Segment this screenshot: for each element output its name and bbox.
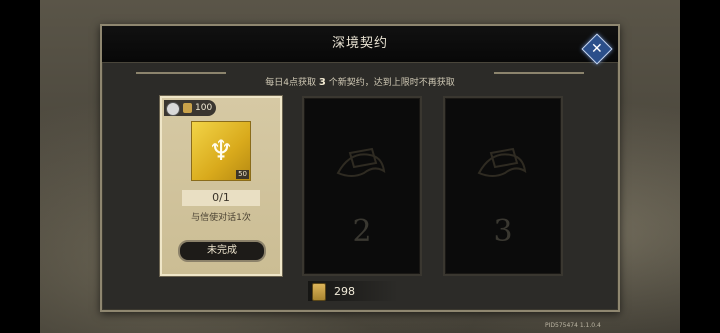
locked-scroll-icon — [336, 147, 386, 177]
contract-card-1[interactable]: 100 ♆ 50 0/1 与信使对话1次 未完成 — [160, 96, 282, 276]
dialog-title: 深境契约 — [331, 36, 388, 51]
status-label: 未完成 — [207, 245, 237, 256]
cost-value: 100 — [195, 103, 213, 113]
currency-value: 298 — [334, 285, 355, 298]
contract-card-3: 3 — [443, 96, 563, 276]
progress-band: 0/1 — [182, 190, 260, 206]
slot-number: 3 — [493, 214, 513, 249]
reward-count: 50 — [236, 170, 249, 179]
letterbox-left — [0, 0, 40, 333]
version-text: PID575474 1.1.0.4 — [545, 322, 601, 329]
divider-ornament-right — [494, 72, 584, 74]
close-icon: ✕ — [591, 40, 603, 57]
scroll-currency-icon — [312, 283, 326, 301]
cost-badge: 100 — [164, 100, 216, 116]
status-button[interactable]: 未完成 — [178, 240, 266, 262]
divider-ornament-left — [136, 72, 226, 74]
reward-item[interactable]: ♆ 50 — [191, 121, 251, 181]
slot-number: 2 — [352, 214, 372, 249]
task-description: 与信使对话1次 — [191, 213, 251, 223]
progress-text: 0/1 — [212, 191, 230, 204]
refresh-icon — [166, 102, 180, 116]
dialog-title-bar: 深境契约 — [102, 26, 618, 63]
locked-scroll-icon — [477, 147, 527, 177]
contract-dialog: 深境契约 ✕ 每日4点获取 3 个新契约，达到上限时不再获取 100 ♆ 50 … — [100, 24, 620, 312]
refresh-info: 每日4点获取 3 个新契约，达到上限时不再获取 — [265, 77, 455, 88]
letterbox-right — [680, 0, 720, 333]
scroll-icon — [183, 103, 192, 113]
contract-card-2: 2 — [302, 96, 422, 276]
